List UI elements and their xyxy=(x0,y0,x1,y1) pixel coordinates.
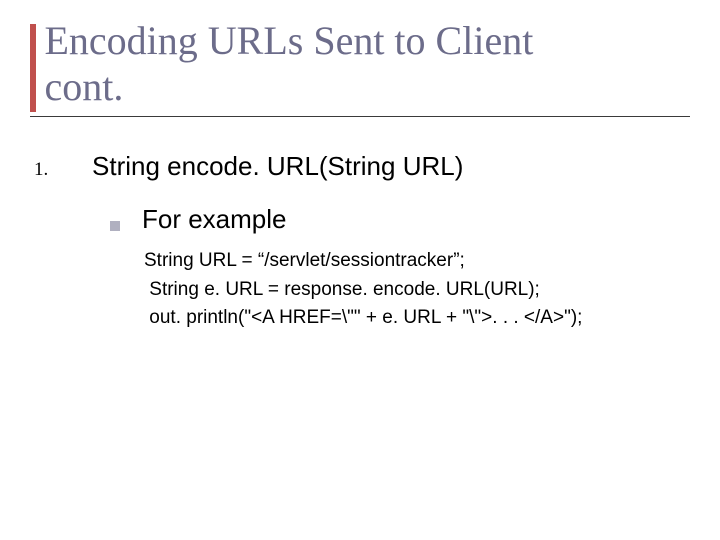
list-item-1: 1. String encode. URL(String URL) xyxy=(34,151,690,182)
code-line-1: String URL = “/servlet/sessiontracker”; xyxy=(144,250,465,271)
sub-item-text: For example xyxy=(142,204,287,235)
title-line-2: cont. xyxy=(44,64,123,109)
sub-item: For example xyxy=(110,204,690,235)
title-line-1: Encoding URLs Sent to Client xyxy=(44,18,533,63)
slide-title-block: Encoding URLs Sent to Client cont. xyxy=(30,18,690,117)
square-bullet-icon xyxy=(110,221,120,231)
code-example: String URL = “/servlet/sessiontracker”; … xyxy=(144,247,690,333)
list-text: String encode. URL(String URL) xyxy=(92,151,463,182)
slide-title: Encoding URLs Sent to Client cont. xyxy=(44,18,533,110)
accent-bar xyxy=(30,24,36,112)
code-line-2: String e. URL = response. encode. URL(UR… xyxy=(144,279,540,300)
slide: Encoding URLs Sent to Client cont. 1. St… xyxy=(0,0,720,540)
code-line-3: out. println("<A HREF=\"" + e. URL + "\"… xyxy=(144,307,582,328)
title-rule xyxy=(30,116,690,117)
list-number: 1. xyxy=(34,159,92,181)
slide-body: 1. String encode. URL(String URL) For ex… xyxy=(30,135,690,333)
